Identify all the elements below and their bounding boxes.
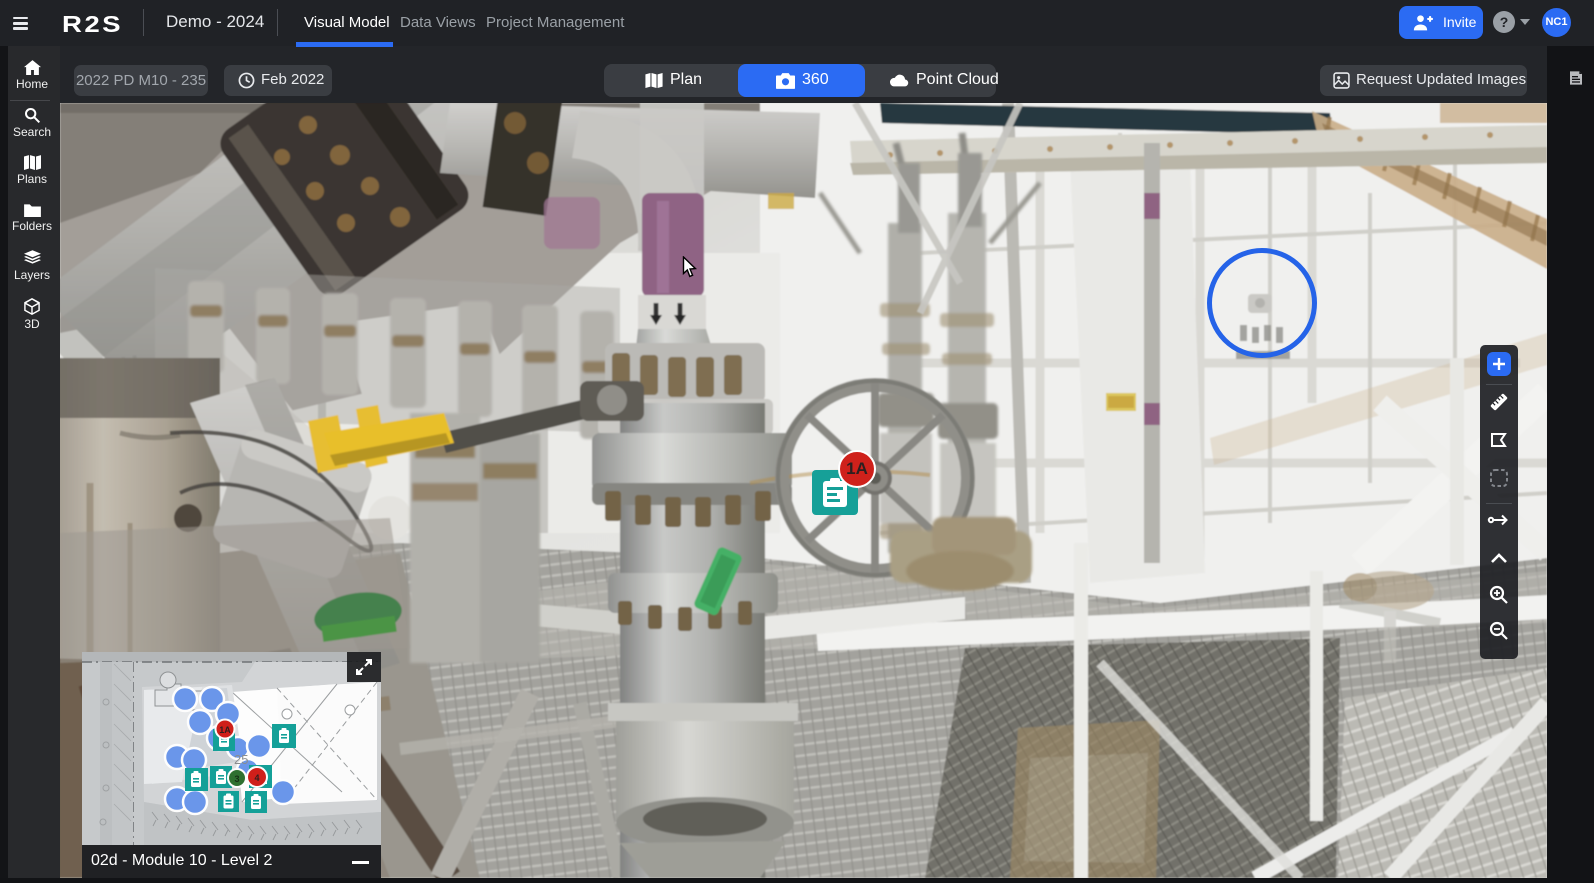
- svg-text:3: 3: [234, 774, 239, 784]
- svg-text:4: 4: [254, 773, 259, 783]
- svg-text:25: 25: [234, 752, 248, 767]
- svg-text:1A: 1A: [219, 725, 231, 735]
